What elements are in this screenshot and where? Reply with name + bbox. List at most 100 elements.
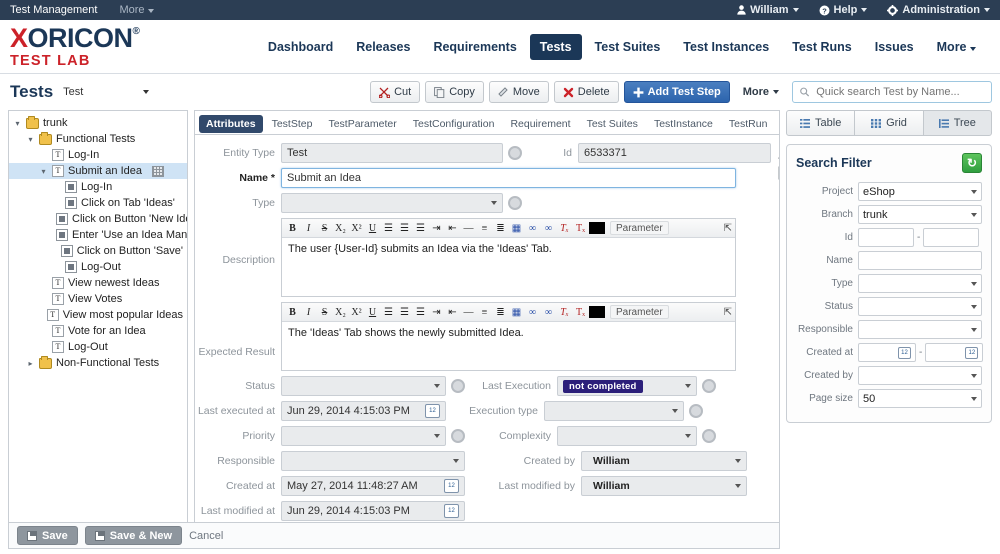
superscript-icon[interactable]: X² (349, 305, 364, 320)
horizontal-rule-icon[interactable]: — (461, 221, 476, 236)
link-icon[interactable]: ∞ (525, 305, 540, 320)
grid-badge-icon[interactable] (152, 165, 164, 177)
indent-increase-icon[interactable]: ⇥ (429, 221, 444, 236)
filter-created-at-field[interactable]: 12 (858, 343, 916, 362)
gear-icon[interactable] (689, 404, 703, 418)
responsible-select[interactable] (281, 451, 465, 471)
tree-node[interactable]: T Log-Out (9, 339, 187, 355)
view-tab-grid[interactable]: Grid (854, 110, 924, 136)
view-tab-tree[interactable]: Tree (922, 110, 992, 136)
tree-node[interactable]: T Vote for an Idea (9, 323, 187, 339)
filter-page-size-field[interactable]: 50 (858, 389, 982, 408)
filter-id-field[interactable] (923, 228, 980, 247)
strikethrough-icon[interactable]: S (317, 221, 332, 236)
italic-icon[interactable]: I (301, 221, 316, 236)
tree-node[interactable]: T View newest Ideas (9, 275, 187, 291)
ordered-list-icon[interactable]: ≡ (477, 221, 492, 236)
unlink-icon[interactable]: ∞ (541, 305, 556, 320)
calendar-icon[interactable]: 12 (898, 346, 911, 359)
tree-node[interactable]: Non-Functional Tests (9, 355, 187, 371)
link-icon[interactable]: ∞ (525, 221, 540, 236)
bold-icon[interactable]: B (285, 305, 300, 320)
tab-testconfiguration[interactable]: TestConfiguration (406, 115, 502, 133)
tree-node[interactable]: Enter 'Use an Idea Management (9, 227, 187, 243)
tree-toggle-icon[interactable] (26, 135, 35, 144)
tree-toggle-icon[interactable] (39, 167, 48, 176)
tree-node[interactable]: Click on Tab 'Ideas' (9, 195, 187, 211)
text-color-swatch-icon[interactable] (589, 222, 605, 234)
indent-increase-icon[interactable]: ⇥ (429, 305, 444, 320)
gear-icon[interactable] (451, 429, 465, 443)
superscript-icon[interactable]: X² (349, 221, 364, 236)
tab-attributes[interactable]: Attributes (199, 115, 263, 133)
italic-icon[interactable]: I (301, 305, 316, 320)
tab-testrun[interactable]: TestRun (722, 115, 775, 133)
type-select[interactable] (281, 193, 503, 213)
align-center-icon[interactable]: ☰ (397, 221, 412, 236)
nav-issues[interactable]: Issues (865, 34, 924, 60)
tree-node[interactable]: T View most popular Ideas (9, 307, 187, 323)
search-input[interactable] (814, 85, 984, 99)
align-right-icon[interactable]: ☰ (413, 221, 428, 236)
pencil-icon[interactable] (777, 147, 779, 160)
calendar-icon[interactable]: 12 (965, 346, 979, 359)
ordered-list-icon[interactable]: ≡ (477, 305, 492, 320)
gear-icon[interactable] (702, 429, 716, 443)
filter-id-field[interactable] (858, 228, 914, 247)
nav-releases[interactable]: Releases (346, 34, 420, 60)
tree-toggle-icon[interactable] (26, 359, 35, 368)
nav-test-instances[interactable]: Test Instances (673, 34, 779, 60)
maximize-editor-icon[interactable]: ⇱ (724, 307, 732, 318)
tree-node[interactable]: Click on Button 'Save' (9, 243, 187, 259)
description-content[interactable]: The user {User-Id} submits an Idea via t… (282, 238, 735, 296)
align-right-icon[interactable]: ☰ (413, 305, 428, 320)
filter-type-field[interactable] (858, 274, 982, 293)
priority-select[interactable] (281, 426, 446, 446)
calendar-icon[interactable]: 12 (444, 479, 459, 493)
subscript-icon[interactable]: X₂ (333, 305, 348, 320)
execution-type-select[interactable] (544, 401, 684, 421)
tab-test-suites[interactable]: Test Suites (580, 115, 645, 133)
subscript-icon[interactable]: X₂ (333, 221, 348, 236)
user-menu[interactable]: William (737, 4, 799, 16)
filter-created-at-field[interactable]: 12 (925, 343, 984, 362)
indent-decrease-icon[interactable]: ⇤ (445, 221, 460, 236)
tree-toggle-icon[interactable] (13, 119, 22, 128)
align-left-icon[interactable]: ☰ (381, 221, 396, 236)
gear-icon[interactable] (508, 196, 522, 210)
tree-node[interactable]: T Submit an Idea (9, 163, 187, 179)
calendar-icon[interactable]: 12 (425, 404, 440, 418)
underline-icon[interactable]: U (365, 305, 380, 320)
clear-styles-icon[interactable]: Tₓ (573, 221, 588, 236)
nav-requirements[interactable]: Requirements (423, 34, 526, 60)
cut-button[interactable]: Cut (370, 81, 421, 103)
tab-issue[interactable]: Issue (776, 115, 779, 133)
topbar-more-menu[interactable]: More (119, 4, 154, 16)
refresh-icon[interactable]: ↻ (962, 153, 982, 173)
tab-testparameter[interactable]: TestParameter (321, 115, 403, 133)
cancel-button[interactable]: Cancel (189, 530, 223, 542)
filter-project-field[interactable]: eShop (858, 182, 982, 201)
unordered-list-icon[interactable]: ≣ (493, 305, 508, 320)
last-execution-select[interactable]: not completed (557, 376, 697, 396)
nav-test-runs[interactable]: Test Runs (782, 34, 862, 60)
last-modified-by-select[interactable]: William (581, 476, 747, 496)
tab-teststep[interactable]: TestStep (265, 115, 320, 133)
filter-created-by-field[interactable] (858, 366, 982, 385)
complexity-select[interactable] (557, 426, 697, 446)
administration-menu[interactable]: Administration (887, 4, 990, 16)
save-and-new-button[interactable]: Save & New (84, 526, 183, 545)
view-tab-table[interactable]: Table (786, 110, 856, 136)
unordered-list-icon[interactable]: ≣ (493, 221, 508, 236)
gear-icon[interactable] (508, 146, 522, 160)
tree-node[interactable]: Log-Out (9, 259, 187, 275)
indent-decrease-icon[interactable]: ⇤ (445, 305, 460, 320)
unlink-icon[interactable]: ∞ (541, 221, 556, 236)
expected-result-content[interactable]: The 'Ideas' Tab shows the newly submitte… (282, 322, 735, 370)
horizontal-rule-icon[interactable]: — (461, 305, 476, 320)
help-menu[interactable]: ? Help (819, 4, 868, 16)
description-editor[interactable]: B I S X₂ X² U ☰ ☰ ☰ ⇥ ⇤ — ≡ ≣ ▦ ∞ ∞ Tₓ T… (281, 218, 736, 297)
tab-requirement[interactable]: Requirement (503, 115, 577, 133)
tree-node[interactable]: Functional Tests (9, 131, 187, 147)
align-left-icon[interactable]: ☰ (381, 305, 396, 320)
